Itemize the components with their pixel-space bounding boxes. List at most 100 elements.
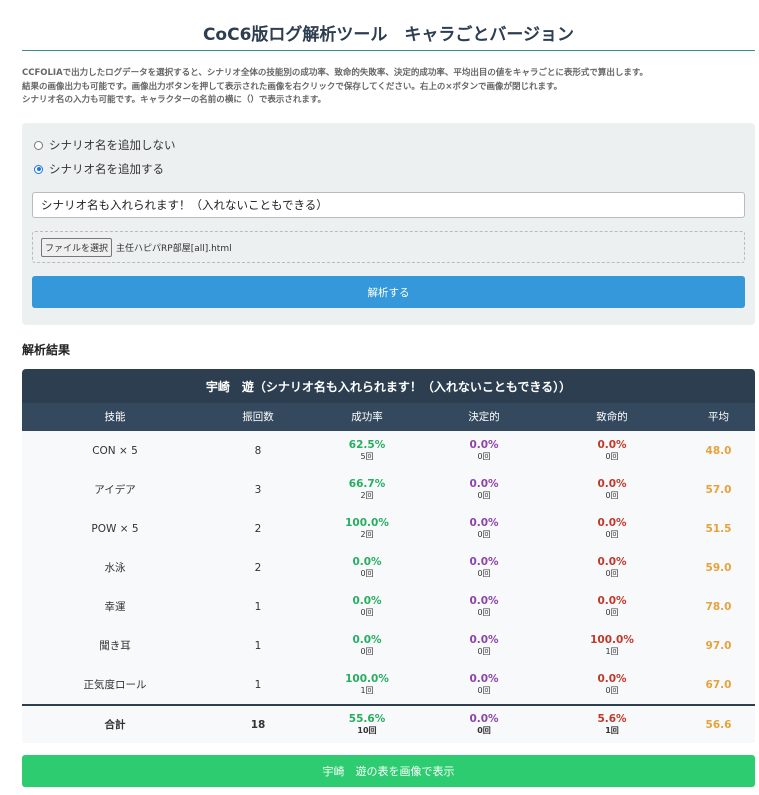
success-rate: 0.0% [352, 555, 382, 568]
divider [22, 50, 755, 51]
file-name: 主任ハピパRP部屋[all].html [116, 243, 232, 254]
input-panel: シナリオ名を追加しない シナリオ名を追加する ファイルを選択 主任ハピパRP部屋… [22, 123, 755, 325]
critical-rate: 0.0% [469, 672, 499, 685]
fumble-count: 0回 [605, 529, 619, 539]
success-cell: 100.0% 1回 [308, 673, 426, 697]
success-count: 0回 [360, 646, 374, 656]
results-title: 解析結果 [22, 343, 71, 357]
table-header-row: 技能 振回数 成功率 決定的 致命的 平均 [22, 403, 755, 431]
table-row: アイデア 3 66.7% 2回 0.0% 0回 0.0% 0回 57.0 [22, 470, 755, 509]
column-header: 成功率 [351, 411, 383, 423]
fumble-cell: 0.0% 0回 [542, 478, 682, 502]
success-count: 0回 [360, 607, 374, 617]
fumble-count: 0回 [605, 568, 619, 578]
average: 78.0 [705, 600, 732, 613]
analyze-button[interactable]: 解析する [32, 276, 745, 308]
success-cell: 100.0% 2回 [308, 517, 426, 541]
critical-cell: 0.0% 0回 [426, 517, 542, 541]
success-cell: 62.5% 5回 [308, 439, 426, 463]
table-row: CON × 5 8 62.5% 5回 0.0% 0回 0.0% 0回 48.0 [22, 431, 755, 470]
fumble-cell: 0.0% 0回 [542, 517, 682, 541]
fumble-cell: 100.0% 1回 [542, 634, 682, 658]
critical-cell: 0.0% 0回 [426, 439, 542, 463]
average: 48.0 [705, 444, 732, 457]
average: 56.6 [705, 718, 732, 731]
description: CCFOLIAで出力したログデータを選択すると、シナリオ全体の技能別の成功率、致… [22, 67, 648, 108]
success-cell: 55.6% 10回 [308, 713, 426, 737]
skill-name: アイデア [94, 483, 136, 496]
table-row: 幸運 1 0.0% 0回 0.0% 0回 0.0% 0回 78.0 [22, 587, 755, 626]
table-row: 聞き耳 1 0.0% 0回 0.0% 0回 100.0% 1回 97.0 [22, 626, 755, 665]
fumble-cell: 0.0% 0回 [542, 595, 682, 619]
critical-cell: 0.0% 0回 [426, 713, 542, 737]
column-header: 技能 [104, 411, 126, 423]
radio-label: シナリオ名を追加しない [49, 138, 176, 152]
description-line: CCFOLIAで出力したログデータを選択すると、シナリオ全体の技能別の成功率、致… [22, 68, 648, 78]
success-rate: 62.5% [348, 438, 386, 451]
average: 57.0 [705, 483, 732, 496]
fumble-rate: 0.0% [597, 438, 627, 451]
critical-cell: 0.0% 0回 [426, 634, 542, 658]
file-select-button[interactable]: ファイルを選択 [41, 237, 113, 257]
scenario-name-input[interactable] [32, 192, 745, 218]
fumble-rate: 0.0% [597, 594, 627, 607]
roll-count: 1 [254, 600, 262, 613]
column-header: 平均 [708, 411, 729, 423]
success-rate: 55.6% [348, 712, 386, 725]
success-count: 5回 [360, 451, 374, 461]
skill-name: 合計 [104, 718, 126, 731]
average: 59.0 [705, 561, 732, 574]
critical-cell: 0.0% 0回 [426, 478, 542, 502]
table-row: 水泳 2 0.0% 0回 0.0% 0回 0.0% 0回 59.0 [22, 548, 755, 587]
critical-count: 0回 [477, 568, 491, 578]
table-row: POW × 5 2 100.0% 2回 0.0% 0回 0.0% 0回 51.5 [22, 509, 755, 548]
fumble-count: 1回 [605, 646, 619, 656]
success-cell: 0.0% 0回 [308, 556, 426, 580]
fumble-cell: 0.0% 0回 [542, 556, 682, 580]
success-rate: 0.0% [352, 594, 382, 607]
success-rate: 100.0% [345, 672, 389, 685]
fumble-rate: 5.6% [597, 712, 627, 725]
radio-no-scenario[interactable]: シナリオ名を追加しない [34, 137, 176, 153]
radio-add-scenario[interactable]: シナリオ名を追加する [34, 161, 164, 177]
description-line: シナリオ名の入力も可能です。キャラクターの名前の横に（）で表示されます。 [22, 95, 326, 105]
fumble-count: 0回 [605, 490, 619, 500]
description-line: 結果の画像出力も可能です。画像出力ボタンを押して表示された画像を右クリックで保存… [22, 81, 563, 92]
critical-rate: 0.0% [469, 594, 499, 607]
roll-count: 3 [254, 483, 262, 496]
critical-count: 0回 [477, 529, 491, 539]
fumble-rate: 0.0% [597, 516, 627, 529]
table-title: 宇崎 遊（シナリオ名も入れられます！（入れないこともできる）） [22, 369, 755, 403]
critical-rate: 0.0% [469, 438, 499, 451]
roll-count: 8 [254, 444, 262, 457]
radio-button[interactable] [34, 164, 43, 174]
fumble-count: 0回 [605, 451, 619, 461]
critical-count: 0回 [477, 451, 491, 461]
skill-name: CON × 5 [92, 444, 138, 457]
success-rate: 66.7% [348, 477, 386, 490]
average: 97.0 [705, 639, 732, 652]
fumble-rate: 100.0% [590, 633, 634, 646]
skill-name: POW × 5 [91, 522, 139, 535]
success-count: 1回 [360, 685, 374, 695]
total-row: 合計 18 55.6% 10回 0.0% 0回 5.6% 1回 56.6 [22, 704, 755, 743]
fumble-cell: 0.0% 0回 [542, 439, 682, 463]
critical-rate: 0.0% [469, 712, 499, 725]
roll-count: 2 [254, 522, 262, 535]
critical-rate: 0.0% [469, 555, 499, 568]
critical-cell: 0.0% 0回 [426, 556, 542, 580]
critical-count: 0回 [477, 685, 491, 695]
radio-button[interactable] [34, 140, 43, 150]
file-drop-area[interactable]: ファイルを選択 主任ハピパRP部屋[all].html [32, 231, 745, 263]
table-row: 正気度ロール 1 100.0% 1回 0.0% 0回 0.0% 0回 67.0 [22, 665, 755, 704]
success-rate: 0.0% [352, 633, 382, 646]
fumble-cell: 5.6% 1回 [542, 713, 682, 737]
fumble-cell: 0.0% 0回 [542, 673, 682, 697]
average: 51.5 [705, 522, 732, 535]
show-image-button[interactable]: 宇崎 遊の表を画像で表示 [22, 755, 755, 787]
skill-name: 水泳 [104, 561, 126, 574]
skill-name: 聞き耳 [99, 639, 131, 652]
success-cell: 0.0% 0回 [308, 595, 426, 619]
results-table: 宇崎 遊（シナリオ名も入れられます！（入れないこともできる）） 技能 振回数 成功率… [22, 369, 755, 743]
fumble-rate: 0.0% [597, 555, 627, 568]
